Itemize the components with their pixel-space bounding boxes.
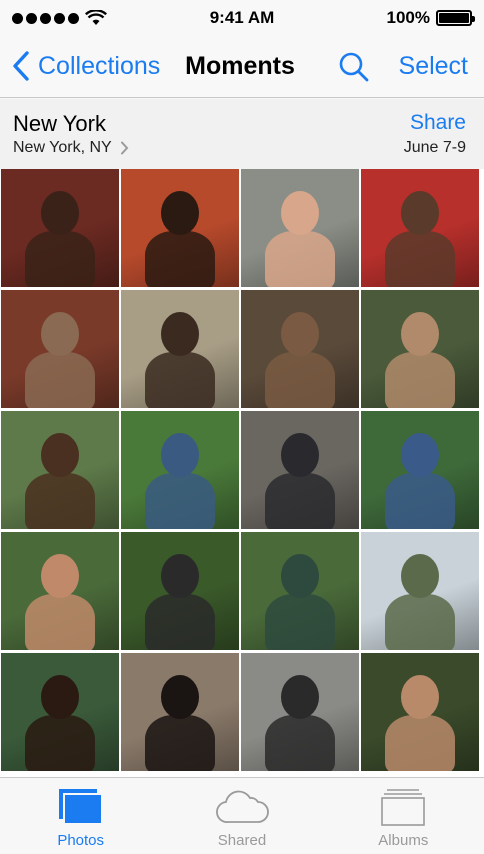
photos-app-screen: 9:41 AM 100% Collections Moments Select (0, 0, 484, 854)
search-button[interactable] (338, 51, 370, 83)
photo-thumbnail[interactable] (361, 411, 479, 529)
photo-thumbnail[interactable] (1, 411, 119, 529)
status-bar: 9:41 AM 100% (0, 0, 484, 36)
photos-icon (58, 789, 103, 825)
cloud-icon (216, 790, 269, 823)
back-button[interactable]: Collections (12, 49, 160, 83)
tab-albums-label: Albums (378, 832, 429, 849)
photo-thumbnail[interactable] (361, 290, 479, 408)
photo-grid (0, 169, 484, 777)
tab-shared-label: Shared (217, 832, 267, 849)
photo-thumbnail[interactable] (241, 532, 359, 650)
moment-date-range: June 7-9 (403, 139, 466, 156)
photo-thumbnail[interactable] (361, 169, 479, 287)
select-button[interactable]: Select (399, 52, 468, 81)
tab-shared[interactable]: Shared (161, 778, 322, 854)
moment-title: New York (13, 111, 106, 136)
photo-thumbnail[interactable] (361, 653, 479, 771)
photo-thumbnail[interactable] (121, 532, 239, 650)
photo-thumbnail[interactable] (241, 290, 359, 408)
tab-photos[interactable]: Photos (0, 778, 161, 854)
moment-header: New York New York, NY Share June 7-9 (0, 99, 484, 169)
share-button[interactable]: Share (410, 111, 466, 135)
tab-albums[interactable]: Albums (323, 778, 484, 854)
signal-area (12, 10, 107, 26)
moment-location: New York, NY (13, 139, 112, 156)
photo-thumbnail[interactable] (241, 411, 359, 529)
photo-thumbnail[interactable] (241, 169, 359, 287)
albums-icon (381, 789, 426, 826)
battery-percent: 100% (386, 8, 430, 27)
chevron-right-icon (120, 141, 129, 155)
tab-photos-label: Photos (57, 832, 105, 849)
photo-thumbnail[interactable] (361, 532, 479, 650)
photo-thumbnail[interactable] (121, 653, 239, 771)
battery-icon (436, 10, 475, 26)
wifi-icon (85, 10, 107, 26)
photo-thumbnail[interactable] (121, 411, 239, 529)
photo-thumbnail[interactable] (1, 532, 119, 650)
navigation-bar: Collections Moments Select (0, 36, 484, 98)
photo-thumbnail[interactable] (1, 169, 119, 287)
photo-thumbnail[interactable] (1, 653, 119, 771)
search-icon (339, 52, 369, 82)
back-button-label: Collections (38, 51, 161, 80)
photo-thumbnail[interactable] (241, 653, 359, 771)
chevron-left-icon (13, 51, 29, 81)
photo-thumbnail[interactable] (1, 290, 119, 408)
page-title: Moments (185, 52, 295, 80)
moment-location-link[interactable]: New York, NY (13, 139, 129, 157)
photo-thumbnail[interactable] (121, 290, 239, 408)
battery-area: 100% (386, 8, 475, 28)
tab-bar: Photos Shared Albums (0, 777, 484, 854)
photo-thumbnail[interactable] (121, 169, 239, 287)
signal-strength-icon (12, 12, 79, 24)
